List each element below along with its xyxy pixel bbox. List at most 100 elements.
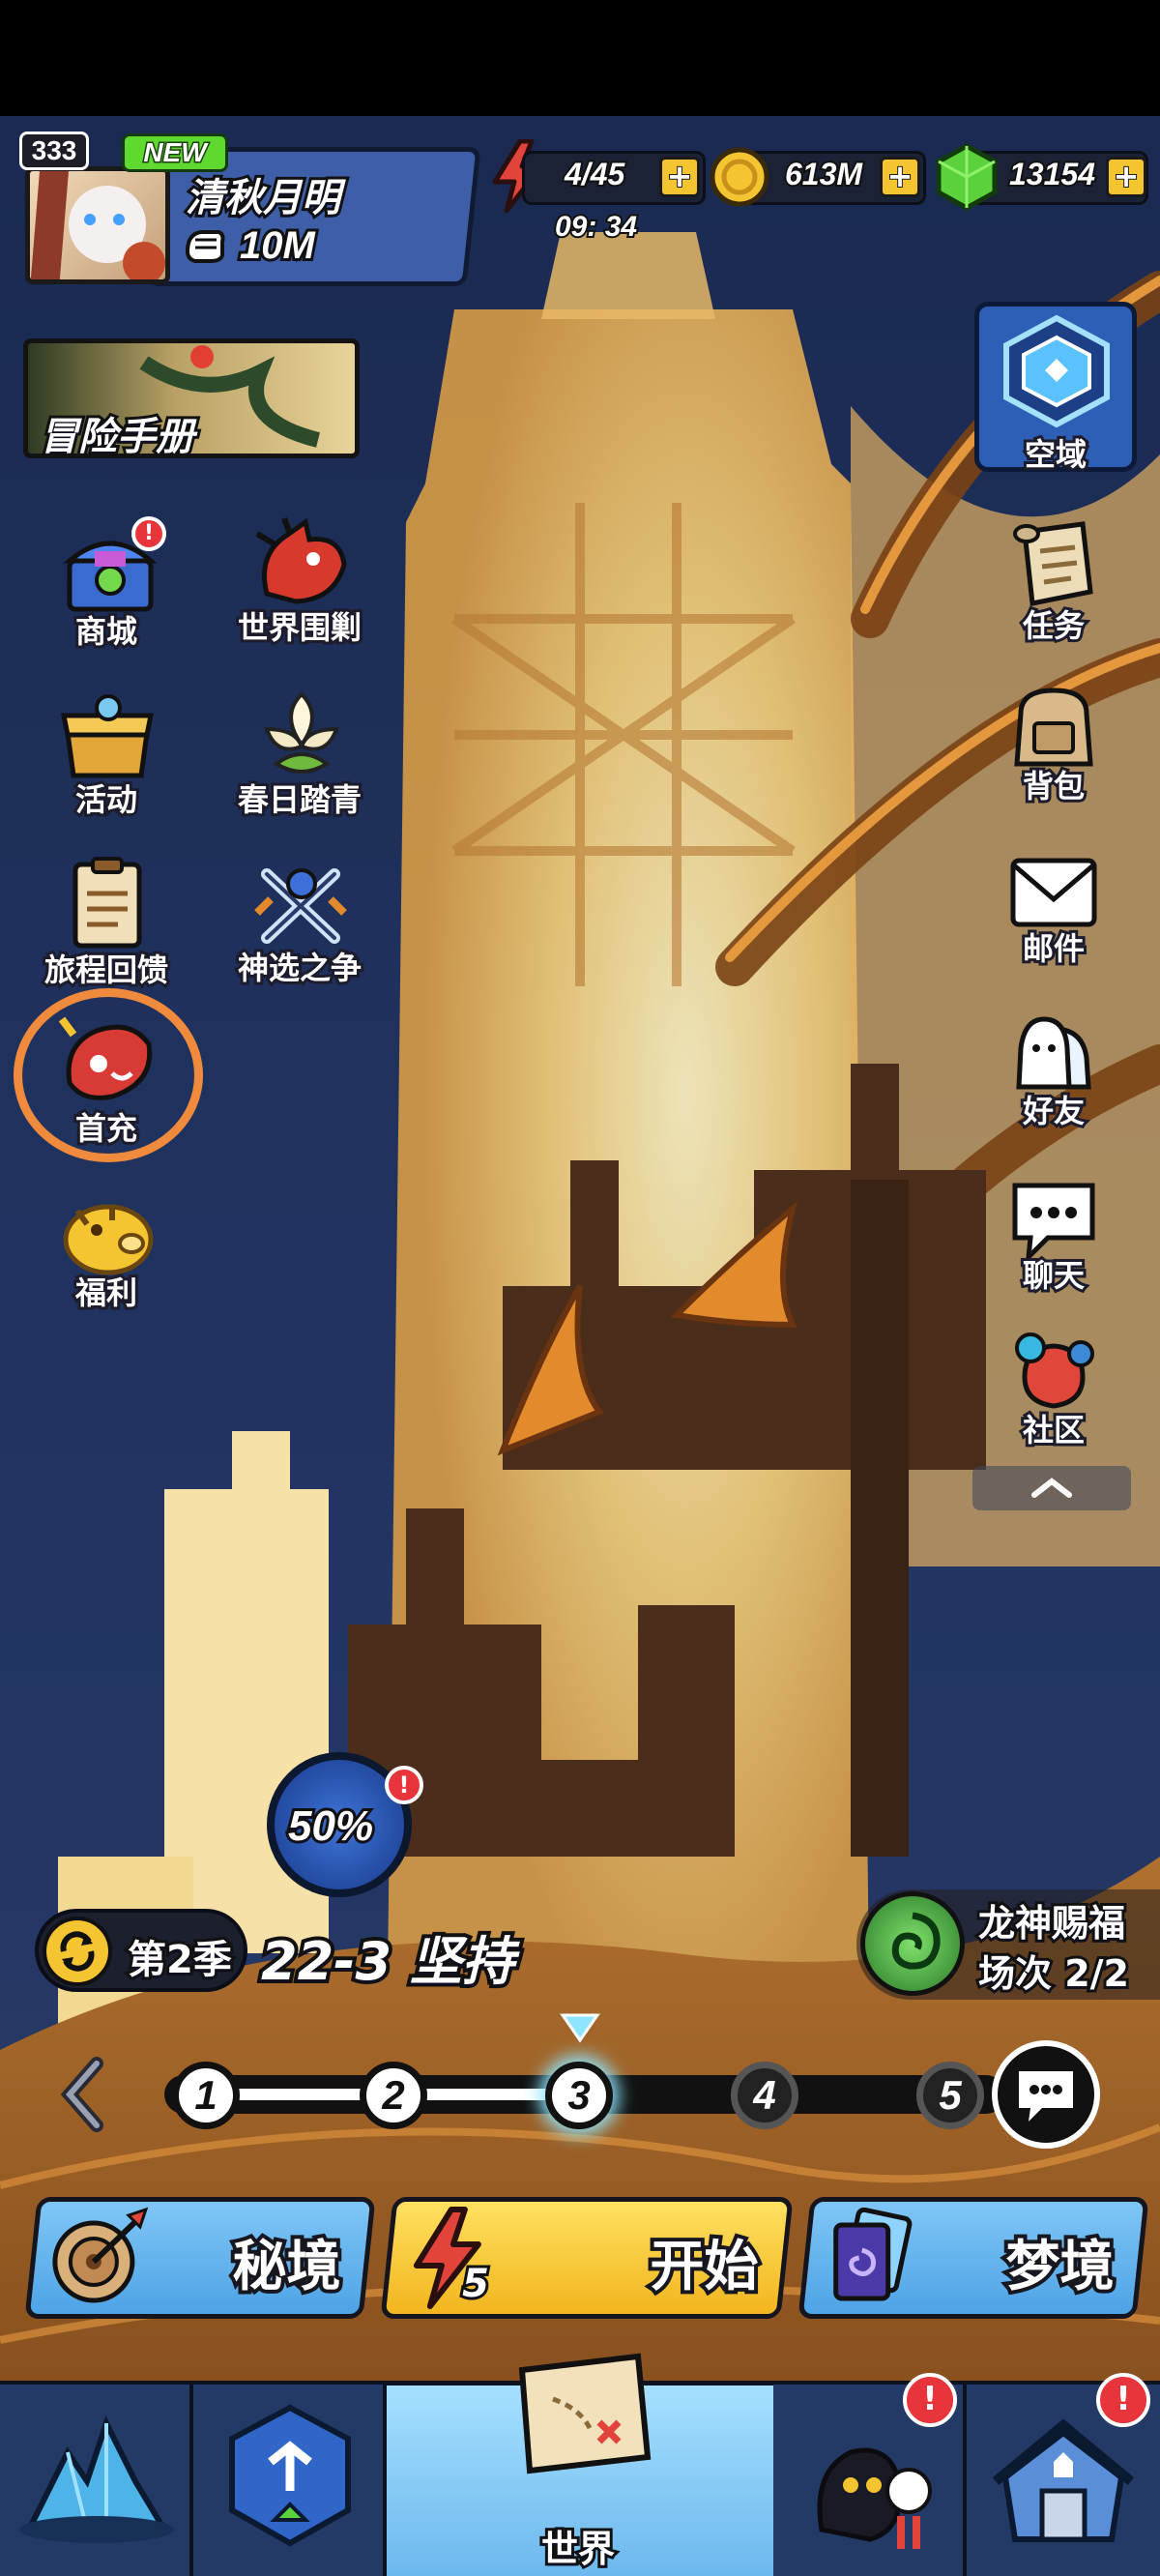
hero-portrait-icon: [30, 171, 165, 279]
chat-button[interactable]: 聊天: [986, 1170, 1121, 1305]
community-button[interactable]: 社区: [986, 1327, 1121, 1462]
tab-heroes[interactable]: !: [773, 2373, 967, 2576]
bag-label: 背包: [1020, 765, 1088, 807]
friends-label: 好友: [1020, 1090, 1088, 1132]
chevron-left-icon: [60, 2057, 103, 2132]
season-badge[interactable]: 第2季: [35, 1909, 247, 1992]
sky-domain-label: 空域: [1022, 433, 1089, 476]
start-cost: 5: [459, 2259, 492, 2309]
green-gem-icon: [934, 143, 1000, 211]
friends-button[interactable]: 好友: [986, 1006, 1121, 1141]
gold-coin-icon: [708, 145, 771, 209]
red-dragon-icon: [255, 516, 347, 604]
avatar[interactable]: [25, 166, 170, 284]
journey-button[interactable]: 旅程回馈: [39, 851, 174, 991]
power-value: 10M: [237, 221, 318, 270]
add-gold-button[interactable]: +: [880, 157, 920, 197]
spring-label: 春日踏青: [235, 778, 364, 821]
power-fist-icon: [182, 222, 228, 265]
gems-value: 13154: [1007, 155, 1097, 193]
secret-realm-button[interactable]: 秘境: [24, 2197, 376, 2319]
first-charge-button[interactable]: 首充: [39, 1015, 174, 1151]
dream-realm-label: 梦境: [1002, 2232, 1118, 2302]
add-gems-button[interactable]: +: [1106, 157, 1146, 197]
dragon-orb-icon: [860, 1891, 965, 1996]
start-label: 开始: [647, 2232, 763, 2302]
sky-domain-button[interactable]: 空域: [974, 302, 1137, 476]
collapse-menu-button[interactable]: [972, 1466, 1131, 1510]
player-panel[interactable]: 333 NEW 清秋月明 10M: [19, 132, 481, 290]
mail-button[interactable]: 邮件: [986, 847, 1121, 982]
level-badge: 333: [19, 132, 89, 170]
treasure-box-icon: [60, 694, 155, 778]
spring-button[interactable]: 春日踏青: [232, 683, 367, 821]
dream-realm-button[interactable]: 梦境: [798, 2197, 1149, 2319]
adventure-book-label: 冒险手册: [37, 412, 197, 458]
shop-label: 商城: [72, 610, 140, 653]
quests-label: 任务: [1020, 604, 1088, 647]
chat-bubble-icon: [1019, 2071, 1073, 2122]
scroll-icon: [1013, 521, 1093, 606]
dream-cards-icon: [833, 2208, 913, 2301]
flower-icon: [264, 691, 339, 774]
welfare-button[interactable]: 福利: [39, 1189, 174, 1325]
chevron-up-icon: [1031, 1478, 1072, 1498]
secret-realm-label: 秘境: [229, 2232, 345, 2302]
clipboard-icon: [72, 857, 142, 949]
prev-chapter-button[interactable]: [54, 2056, 112, 2133]
adventure-book-button[interactable]: 冒险手册: [23, 338, 360, 458]
crystal-mountain-icon: [19, 2415, 174, 2543]
chosen-label: 神选之争: [235, 947, 364, 989]
journey-label: 旅程回馈: [42, 949, 171, 991]
envelope-icon: [1010, 858, 1097, 927]
treasure-map-icon: [518, 2353, 652, 2474]
guild-alert-badge: !: [1096, 2373, 1150, 2427]
heroes-alert-badge: !: [903, 2373, 957, 2427]
stage-node-5[interactable]: 5: [916, 2062, 984, 2129]
events-button[interactable]: 活动: [39, 683, 174, 821]
backpack-icon: [1014, 688, 1093, 767]
quests-button[interactable]: 任务: [986, 518, 1121, 654]
chat-label: 聊天: [1020, 1254, 1088, 1297]
dragon-blessing-panel[interactable]: 龙神赐福 场次 2/2: [856, 1889, 1160, 2000]
energy-value: 4/45: [563, 155, 626, 193]
stage-chat-button[interactable]: [992, 2040, 1100, 2149]
world-siege-label: 世界围剿: [235, 606, 364, 649]
portal-icon: [1003, 314, 1110, 428]
shop-button[interactable]: ! 商城: [39, 512, 174, 653]
player-name: 清秋月明: [183, 173, 343, 223]
dragon-blessing-title: 龙神赐福: [975, 1899, 1128, 1947]
season-label: 第2季: [125, 1935, 235, 1985]
community-icon: [1015, 1332, 1094, 1409]
world-siege-button[interactable]: 世界围剿: [232, 512, 367, 649]
gold-value: 613M: [783, 155, 864, 193]
red-creature-icon: [58, 1016, 153, 1100]
add-energy-button[interactable]: +: [659, 157, 700, 197]
stage-node-3[interactable]: 3: [545, 2062, 613, 2129]
current-stage-marker-icon: [559, 2011, 601, 2044]
tab-upgrade[interactable]: [193, 2385, 387, 2576]
mail-label: 邮件: [1020, 927, 1088, 970]
dragon-blessing-count: 场次 2/2: [975, 1949, 1132, 1998]
community-label: 社区: [1020, 1409, 1088, 1451]
tab-world[interactable]: 世界: [387, 2353, 773, 2576]
upgrade-shield-icon: [229, 2404, 351, 2547]
stage-node-4[interactable]: 4: [731, 2062, 798, 2129]
promo-alert-badge: !: [385, 1766, 423, 1804]
welfare-label: 福利: [72, 1272, 140, 1314]
chosen-button[interactable]: 神选之争: [232, 851, 367, 989]
tab-world-label: 世界: [538, 2525, 618, 2573]
friends-icon: [1016, 1016, 1091, 1090]
season-cycle-icon: [43, 1917, 112, 1986]
events-label: 活动: [72, 778, 140, 821]
tab-guild[interactable]: !: [967, 2373, 1160, 2576]
stage-node-2[interactable]: 2: [360, 2062, 427, 2129]
stage-node-1[interactable]: 1: [172, 2062, 240, 2129]
tab-battle[interactable]: [0, 2385, 193, 2576]
bag-button[interactable]: 背包: [986, 681, 1121, 816]
stage-title: 22-3 坚持: [257, 1927, 518, 1996]
start-button[interactable]: 5 开始: [380, 2197, 794, 2319]
shop-alert-badge: !: [131, 516, 166, 551]
crossed-swords-icon: [254, 868, 347, 944]
energy-timer: 09: 34: [553, 209, 639, 245]
